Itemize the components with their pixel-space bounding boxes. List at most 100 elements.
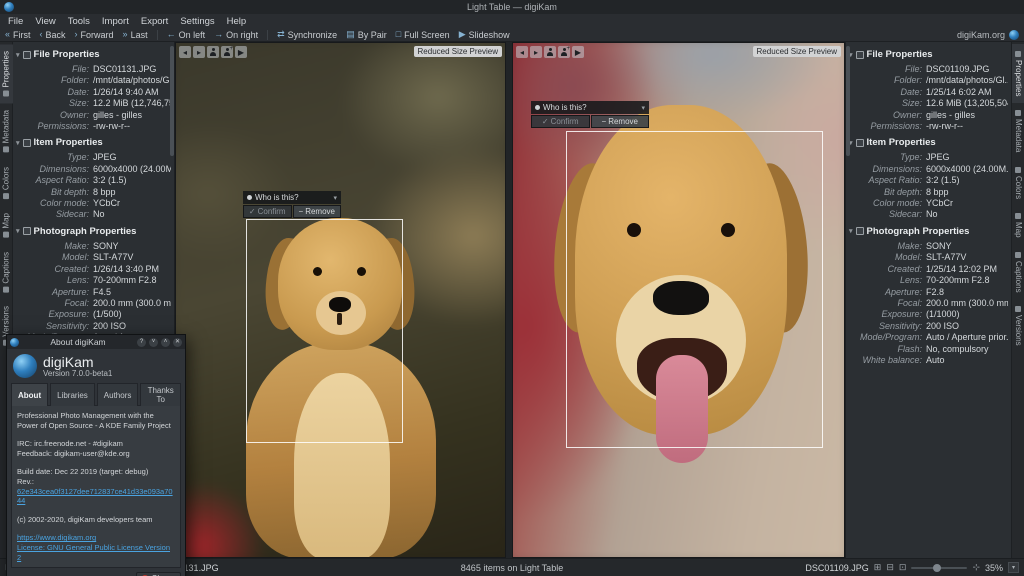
pane-forward-icon[interactable]: ▸ [193,46,205,58]
menu-file[interactable]: File [8,16,23,27]
face-detect-icon[interactable] [207,46,219,58]
lighttable-right-preview[interactable]: ◂ ▸ + ▶ Reduced Size Preview Who is this… [512,42,845,558]
dialog-maximize-icon[interactable]: ˄ [161,338,170,347]
dialog-help-icon[interactable]: ? [137,338,146,347]
digikam-logo-icon [4,2,14,12]
menu-tools[interactable]: Tools [68,16,90,27]
face-name-input[interactable]: Who is this? ▾ [531,101,649,114]
revision-link[interactable]: 62e343cea0f3127dee712837ce41d33e093a7044 [17,487,175,506]
pane-play-icon[interactable]: ▶ [572,46,584,58]
pane-forward-icon[interactable]: ▸ [530,46,542,58]
menu-view[interactable]: View [35,16,55,27]
property-label: Permissions: [848,121,922,132]
first-button[interactable]: «First [5,30,31,40]
chevron-down-icon[interactable]: ▾ [333,194,337,202]
property-label: Sensitivity: [15,321,89,332]
remove-button[interactable]: − Remove [293,205,342,218]
by-pair-button[interactable]: ▤By Pair [346,30,387,40]
sidebar-tab-colors[interactable]: Colors [0,160,13,206]
on-left-button[interactable]: ←On left [167,30,206,40]
lighttable-left-preview[interactable]: ◂ ▸ + ▶ Reduced Size Preview Who is this… [175,42,506,558]
pane-back-icon[interactable]: ◂ [516,46,528,58]
panel-scrollbar[interactable] [846,46,850,156]
on-right-button[interactable]: →On right [214,30,258,40]
face-question: Who is this? [255,193,299,202]
photograph-properties-header[interactable]: ▾ Photograph Properties [849,226,1008,237]
face-name-input[interactable]: Who is this? ▾ [243,191,341,204]
property-row: Model:SLT-A77V [15,252,171,263]
face-region-rectangle[interactable] [566,131,823,448]
sidebar-tab-metadata[interactable]: Metadata [0,103,13,159]
full-screen-button[interactable]: □Full Screen [396,30,450,40]
zoom-1to1-icon[interactable]: ⊟ [886,562,894,573]
dialog-tab-thanks-to[interactable]: Thanks To [140,383,181,406]
sidebar-tab-map[interactable]: Map [0,206,13,245]
file-properties-header[interactable]: ▾ File Properties [16,49,171,60]
face-region-rectangle[interactable] [246,219,403,443]
property-row: Permissions:-rw-rw-r-- [15,121,171,132]
file-properties-header[interactable]: ▾ File Properties [849,49,1008,60]
sidebar-tab-captions[interactable]: Captions [1012,245,1024,300]
reduced-size-preview-badge: Reduced Size Preview [414,46,502,57]
collapse-icon[interactable]: ▾ [16,51,20,59]
sidebar-tab-map[interactable]: Map [1012,206,1024,245]
license-link[interactable]: License: GNU General Public License Vers… [17,543,175,562]
sidebar-tab-metadata[interactable]: Metadata [1012,103,1024,159]
sidebar-tab-label: Captions [0,252,12,284]
zoom-fit-icon[interactable]: ⊞ [874,562,882,573]
sidebar-tab-versions[interactable]: Versions [1012,299,1024,353]
property-row: Color mode:YCbCr [848,198,1008,209]
dialog-tab-about[interactable]: About [11,383,48,406]
synchronize-button[interactable]: ⇄Synchronize [277,30,337,40]
dialog-titlebar[interactable]: About digiKam ? ˅ ˄ ✕ [7,335,185,349]
digikam-lighttable-window: Light Table — digiKam FileViewToolsImpor… [0,0,1024,576]
dialog-shade-icon[interactable]: ˅ [149,338,158,347]
dialog-close-icon[interactable]: ✕ [173,338,182,347]
panel-scrollbar[interactable] [170,46,174,156]
sidebar-tab-colors[interactable]: Colors [1012,160,1024,206]
menu-bar: File View Tools Import Export Settings Help [0,14,1024,28]
close-button[interactable]: ✕ Close [136,572,181,576]
slider-handle[interactable] [933,564,941,572]
menu-export[interactable]: Export [141,16,168,27]
file-properties-rows: File:DSC01109.JPGFolder:/mnt/data/photos… [848,64,1008,132]
last-button[interactable]: »Last [123,30,148,40]
property-label: Sidecar: [848,209,922,220]
property-value: SLT-A77V [93,252,171,263]
collapse-icon[interactable]: ▾ [16,227,20,235]
sidebar-tab-captions[interactable]: Captions [0,245,13,300]
back-button[interactable]: ‹Back [40,30,66,40]
menu-settings[interactable]: Settings [180,16,214,27]
dialog-tab-authors[interactable]: Authors [97,383,139,406]
pane-back-icon[interactable]: ◂ [179,46,191,58]
forward-button[interactable]: ›Forward [75,30,114,40]
chevron-down-icon[interactable]: ▾ [641,104,645,112]
remove-button[interactable]: − Remove [591,115,650,128]
right-zoom-dropdown[interactable]: ▾ [1008,562,1019,573]
pane-play-icon[interactable]: ▶ [235,46,247,58]
confirm-button[interactable]: ✓ Confirm [243,205,292,218]
face-add-icon[interactable]: + [221,46,233,58]
collapse-icon[interactable]: ▾ [16,139,20,147]
item-properties-header[interactable]: ▾ Item Properties [16,137,171,148]
property-label: Owner: [15,110,89,121]
face-add-icon[interactable]: + [558,46,570,58]
property-value: 70-200mm F2.8 [926,275,1008,286]
right-zoom-slider[interactable] [911,567,967,569]
slideshow-button[interactable]: ▶Slideshow [459,30,510,40]
menu-help[interactable]: Help [227,16,247,27]
section-title: File Properties [867,49,933,60]
confirm-button[interactable]: ✓ Confirm [531,115,590,128]
menu-import[interactable]: Import [102,16,129,27]
property-row: Type:JPEG [15,152,171,163]
property-row: Created:1/26/14 3:40 PM [15,264,171,275]
sidebar-tab-properties[interactable]: Properties [0,44,13,103]
website-link[interactable]: https://www.digikam.org [17,533,175,543]
item-properties-header[interactable]: ▾ Item Properties [849,137,1008,148]
sidebar-tab-properties[interactable]: Properties [1012,44,1024,103]
face-detect-icon[interactable] [544,46,556,58]
zoom-select-icon[interactable]: ⊡ [899,562,907,573]
collapse-icon[interactable]: ▾ [849,227,853,235]
dialog-tab-libraries[interactable]: Libraries [50,383,95,406]
photograph-properties-header[interactable]: ▾ Photograph Properties [16,226,171,237]
